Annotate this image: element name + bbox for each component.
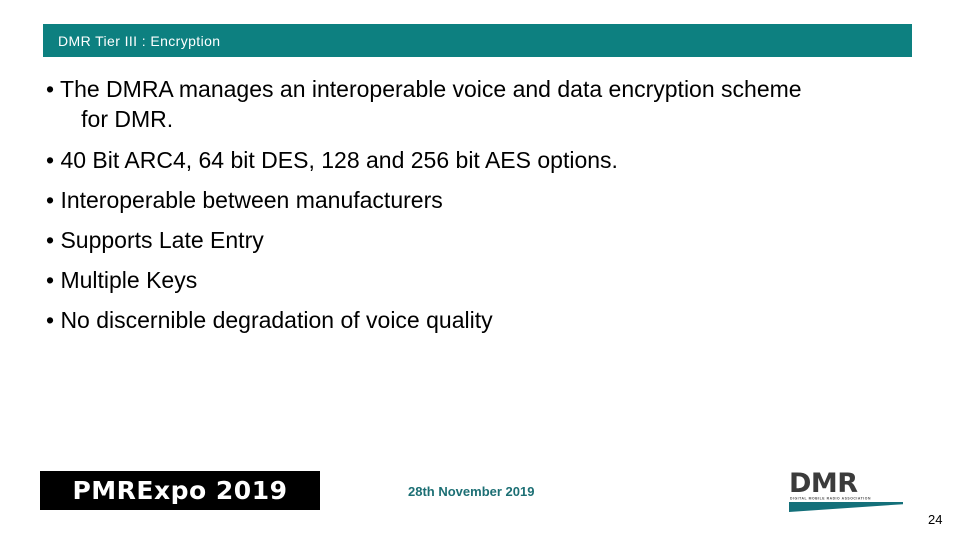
pmrexpo-logo: PMRExpo 2019 [40, 471, 320, 510]
dmr-logo-wordmark: DMR [789, 468, 858, 499]
page-number: 24 [928, 512, 943, 527]
bullet-list: • The DMRA manages an interoperable voic… [46, 74, 914, 345]
list-item: • Multiple Keys [46, 267, 198, 293]
dmr-logo-subtitle: DIGITAL MOBILE RADIO ASSOCIATION [790, 496, 871, 501]
slide-title-bar: DMR Tier III : Encryption [43, 24, 912, 57]
footer-date: 28th November 2019 [408, 484, 535, 499]
pmrexpo-logo-text: PMRExpo 2019 [72, 476, 288, 505]
dmr-logo-swoosh-icon [789, 502, 903, 512]
dmr-logo: DMR DIGITAL MOBILE RADIO ASSOCIATION [789, 468, 907, 512]
slide-canvas: DMR Tier III : Encryption • The DMRA man… [0, 0, 960, 540]
list-item: • 40 Bit ARC4, 64 bit DES, 128 and 256 b… [46, 147, 618, 173]
page-title: DMR Tier III : Encryption [58, 32, 221, 49]
list-item: • No discernible degradation of voice qu… [46, 307, 493, 333]
list-item: • The DMRA manages an interoperable voic… [46, 76, 802, 132]
list-item: • Supports Late Entry [46, 227, 264, 253]
list-item: • Interoperable between manufacturers [46, 187, 443, 213]
